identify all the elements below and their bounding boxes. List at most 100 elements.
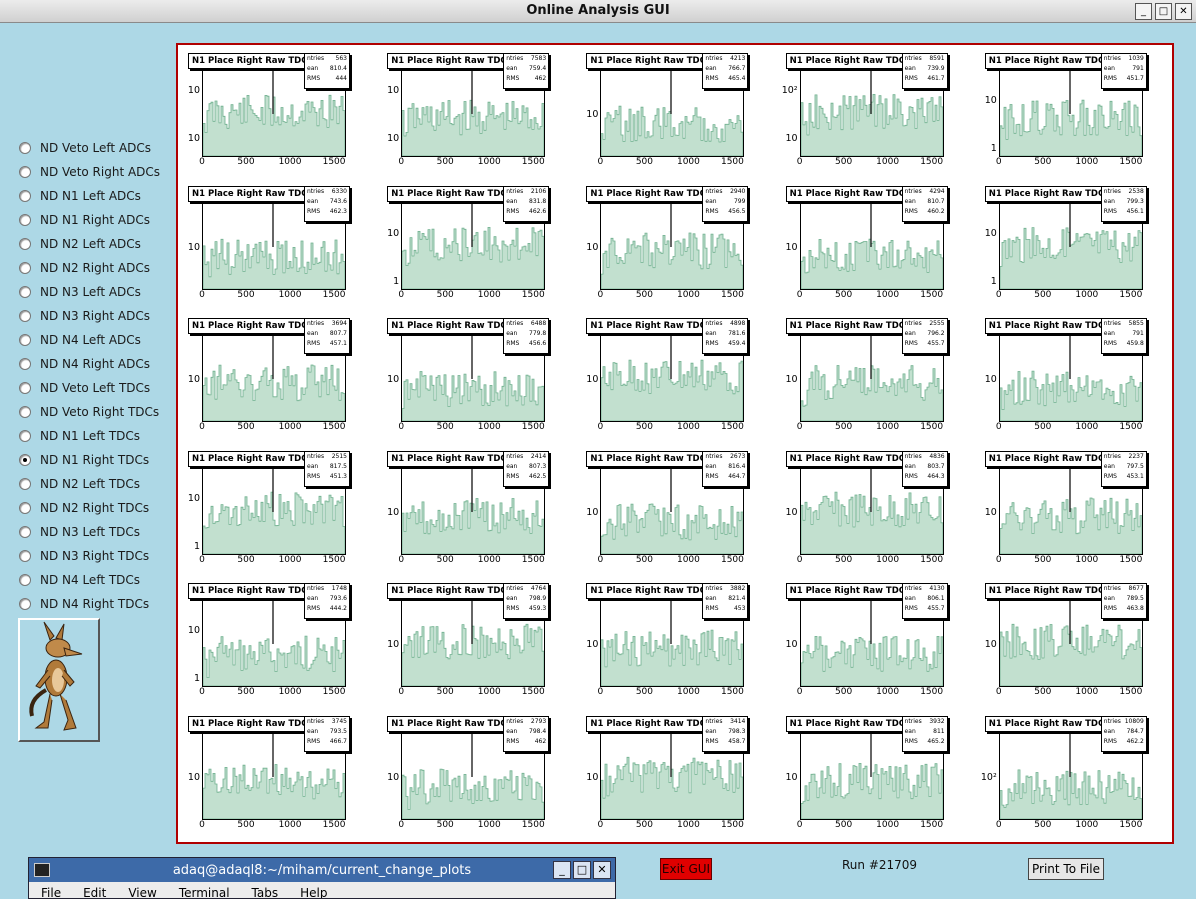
histogram-pad[interactable]: N1 Place Right Raw TDC 29 ntries 10809 ean 7… <box>975 708 1174 841</box>
terminal-menu-item[interactable]: File <box>41 882 61 898</box>
radio-dot[interactable] <box>19 598 31 610</box>
radio-option[interactable]: ND N3 Left ADCs <box>19 280 160 304</box>
radio-option[interactable]: ND N4 Left TDCs <box>19 568 160 592</box>
stats-label: RMS <box>1103 472 1117 480</box>
histogram-pad[interactable]: N1 Place Right Raw TDC 23 ntries 4130 ean 80… <box>776 575 975 708</box>
stats-label: ntries <box>705 55 723 62</box>
histogram-pad[interactable]: N1 Place Right Raw TDC 15 ntries 2515 ean 81… <box>178 443 377 576</box>
radio-option[interactable]: ND Veto Left ADCs <box>19 136 160 160</box>
radio-dot[interactable] <box>19 526 31 538</box>
histogram-pad[interactable]: N1 Place Right Raw TDC 13 ntries 2555 ean 79… <box>776 310 975 443</box>
radio-dot[interactable] <box>19 166 31 178</box>
terminal-window[interactable]: adaq@adaql8:~/miham/current_change_plots… <box>28 857 616 899</box>
exit-gui-button[interactable]: Exit GUI <box>660 858 712 880</box>
radio-dot[interactable] <box>19 574 31 586</box>
radio-dot[interactable] <box>19 430 31 442</box>
terminal-close-button[interactable]: ✕ <box>593 861 611 879</box>
histogram-pad[interactable]: N1 Place Right Raw TDC 10 ntries 3694 ean 80… <box>178 310 377 443</box>
radio-option[interactable]: ND N3 Right ADCs <box>19 304 160 328</box>
histogram-pad[interactable]: N1 Place Right Raw TDC 1 ntries 7583 ean 759… <box>377 45 576 178</box>
radio-dot[interactable] <box>19 286 31 298</box>
histogram-pad[interactable]: N1 Place Right Raw TDC 2 ntries 4213 ean 766… <box>576 45 775 178</box>
y-tick-label: 10 <box>785 133 798 144</box>
radio-dot[interactable] <box>19 262 31 274</box>
radio-dot[interactable] <box>19 334 31 346</box>
radio-option[interactable]: ND N3 Right TDCs <box>19 544 160 568</box>
terminal-menu-item[interactable]: Help <box>300 882 327 898</box>
radio-option[interactable]: ND N2 Left TDCs <box>19 472 160 496</box>
radio-option[interactable]: ND N4 Left ADCs <box>19 328 160 352</box>
radio-dot[interactable] <box>19 358 31 370</box>
histogram-pad[interactable]: N1 Place Right Raw TDC 5 ntries 6330 ean 743… <box>178 178 377 311</box>
terminal-minimize-button[interactable]: _ <box>553 861 571 879</box>
stats-value-entries: 2555 <box>929 320 945 327</box>
histogram-pad[interactable]: N1 Place Right Raw TDC 18 ntries 4836 ean 80… <box>776 443 975 576</box>
stats-box: ntries 3414 ean 798.3 RMS 458.7 <box>702 715 749 752</box>
histogram-pad[interactable]: N1 Place Right Raw TDC 0 ntries 563 ean 810.… <box>178 45 377 178</box>
histogram-pad[interactable]: N1 Place Right Raw TDC 27 ntries 3414 ean 79… <box>576 708 775 841</box>
terminal-maximize-button[interactable]: □ <box>573 861 591 879</box>
histogram-pad[interactable]: N1 Place Right Raw TDC 24 ntries 8677 ean 78… <box>975 575 1174 708</box>
histogram-pad[interactable]: N1 Place Right Raw TDC 11 ntries 6488 ean 77… <box>377 310 576 443</box>
radio-option[interactable]: ND N1 Right ADCs <box>19 208 160 232</box>
histogram-pad[interactable]: N1 Place Right Raw TDC 25 ntries 3745 ean 79… <box>178 708 377 841</box>
terminal-menu-item[interactable]: View <box>128 882 156 898</box>
radio-option[interactable]: ND N2 Right ADCs <box>19 256 160 280</box>
terminal-menu-item[interactable]: Edit <box>83 882 106 898</box>
histogram-pad[interactable]: N1 Place Right Raw TDC 21 ntries 4764 ean 79… <box>377 575 576 708</box>
print-to-file-button[interactable]: Print To File <box>1028 858 1104 880</box>
histogram-canvas[interactable]: N1 Place Right Raw TDC 0 ntries 563 ean 810.… <box>176 43 1174 844</box>
radio-dot[interactable] <box>19 238 31 250</box>
histogram-pad[interactable]: N1 Place Right Raw TDC 9 ntries 2538 ean 799… <box>975 178 1174 311</box>
stats-value-mean: 781.6 <box>728 330 746 337</box>
histogram-pad[interactable]: N1 Place Right Raw TDC 28 ntries 3932 ean 81… <box>776 708 975 841</box>
histogram-pad[interactable]: N1 Place Right Raw TDC 22 ntries 3882 ean 82… <box>576 575 775 708</box>
radio-option[interactable]: ND Veto Right TDCs <box>19 400 160 424</box>
stats-label: ntries <box>904 717 922 725</box>
histogram-pad[interactable]: N1 Place Right Raw TDC 7 ntries 2940 ean 799… <box>576 178 775 311</box>
radio-dot[interactable] <box>19 406 31 418</box>
radio-option[interactable]: ND N1 Left TDCs <box>19 424 160 448</box>
terminal-menu-item[interactable]: Tabs <box>252 882 279 898</box>
radio-dot[interactable] <box>19 214 31 226</box>
y-tick-label: 10 <box>586 109 599 120</box>
stats-label: ean <box>1103 197 1115 205</box>
radio-dot[interactable] <box>19 478 31 490</box>
stats-label: ntries <box>307 187 325 195</box>
radio-option[interactable]: ND N1 Left ADCs <box>19 184 160 208</box>
radio-option[interactable]: ND N3 Left TDCs <box>19 520 160 544</box>
radio-option[interactable]: ND N1 Right TDCs <box>19 448 160 472</box>
histogram-pad[interactable]: N1 Place Right Raw TDC 12 ntries 4898 ean 78… <box>576 310 775 443</box>
radio-dot[interactable] <box>19 310 31 322</box>
radio-option[interactable]: ND N4 Right TDCs <box>19 592 160 616</box>
histogram-pad[interactable]: N1 Place Right Raw TDC 3 ntries 8591 ean 739… <box>776 45 975 178</box>
maximize-button[interactable]: □ <box>1155 3 1172 20</box>
histogram-pad[interactable]: N1 Place Right Raw TDC 26 ntries 2793 ean 79… <box>377 708 576 841</box>
histogram-pad[interactable]: N1 Place Right Raw TDC 8 ntries 4294 ean 810… <box>776 178 975 311</box>
histogram-pad[interactable]: N1 Place Right Raw TDC 4 ntries 1039 ean 791… <box>975 45 1174 178</box>
coyote-icon[interactable] <box>18 618 100 742</box>
histogram-pad[interactable]: N1 Place Right Raw TDC 6 ntries 2106 ean 831… <box>377 178 576 311</box>
radio-dot[interactable] <box>19 190 31 202</box>
close-button[interactable]: ✕ <box>1175 3 1192 20</box>
radio-option[interactable]: ND N4 Right ADCs <box>19 352 160 376</box>
radio-label: ND N4 Left TDCs <box>40 573 141 587</box>
histogram-pad[interactable]: N1 Place Right Raw TDC 20 ntries 1748 ean 79… <box>178 575 377 708</box>
radio-option[interactable]: ND Veto Right ADCs <box>19 160 160 184</box>
histogram-pad[interactable]: N1 Place Right Raw TDC 16 ntries 2414 ean 80… <box>377 443 576 576</box>
minimize-button[interactable]: _ <box>1135 3 1152 20</box>
histogram-fill <box>601 629 744 686</box>
radio-option[interactable]: ND N2 Left ADCs <box>19 232 160 256</box>
terminal-menu-item[interactable]: Terminal <box>179 882 230 898</box>
radio-option[interactable]: ND N2 Right TDCs <box>19 496 160 520</box>
radio-dot[interactable] <box>19 502 31 514</box>
histogram-pad[interactable]: N1 Place Right Raw TDC 17 ntries 2673 ean 81… <box>576 443 775 576</box>
radio-dot[interactable] <box>19 382 31 394</box>
radio-dot[interactable] <box>19 454 31 466</box>
radio-dot[interactable] <box>19 550 31 562</box>
histogram-pad[interactable]: N1 Place Right Raw TDC 14 ntries 5855 ean 79… <box>975 310 1174 443</box>
radio-dot[interactable] <box>19 142 31 154</box>
stats-row: RMS 462.5 <box>504 472 548 482</box>
histogram-pad[interactable]: N1 Place Right Raw TDC 19 ntries 2237 ean 79… <box>975 443 1174 576</box>
radio-option[interactable]: ND Veto Left TDCs <box>19 376 160 400</box>
